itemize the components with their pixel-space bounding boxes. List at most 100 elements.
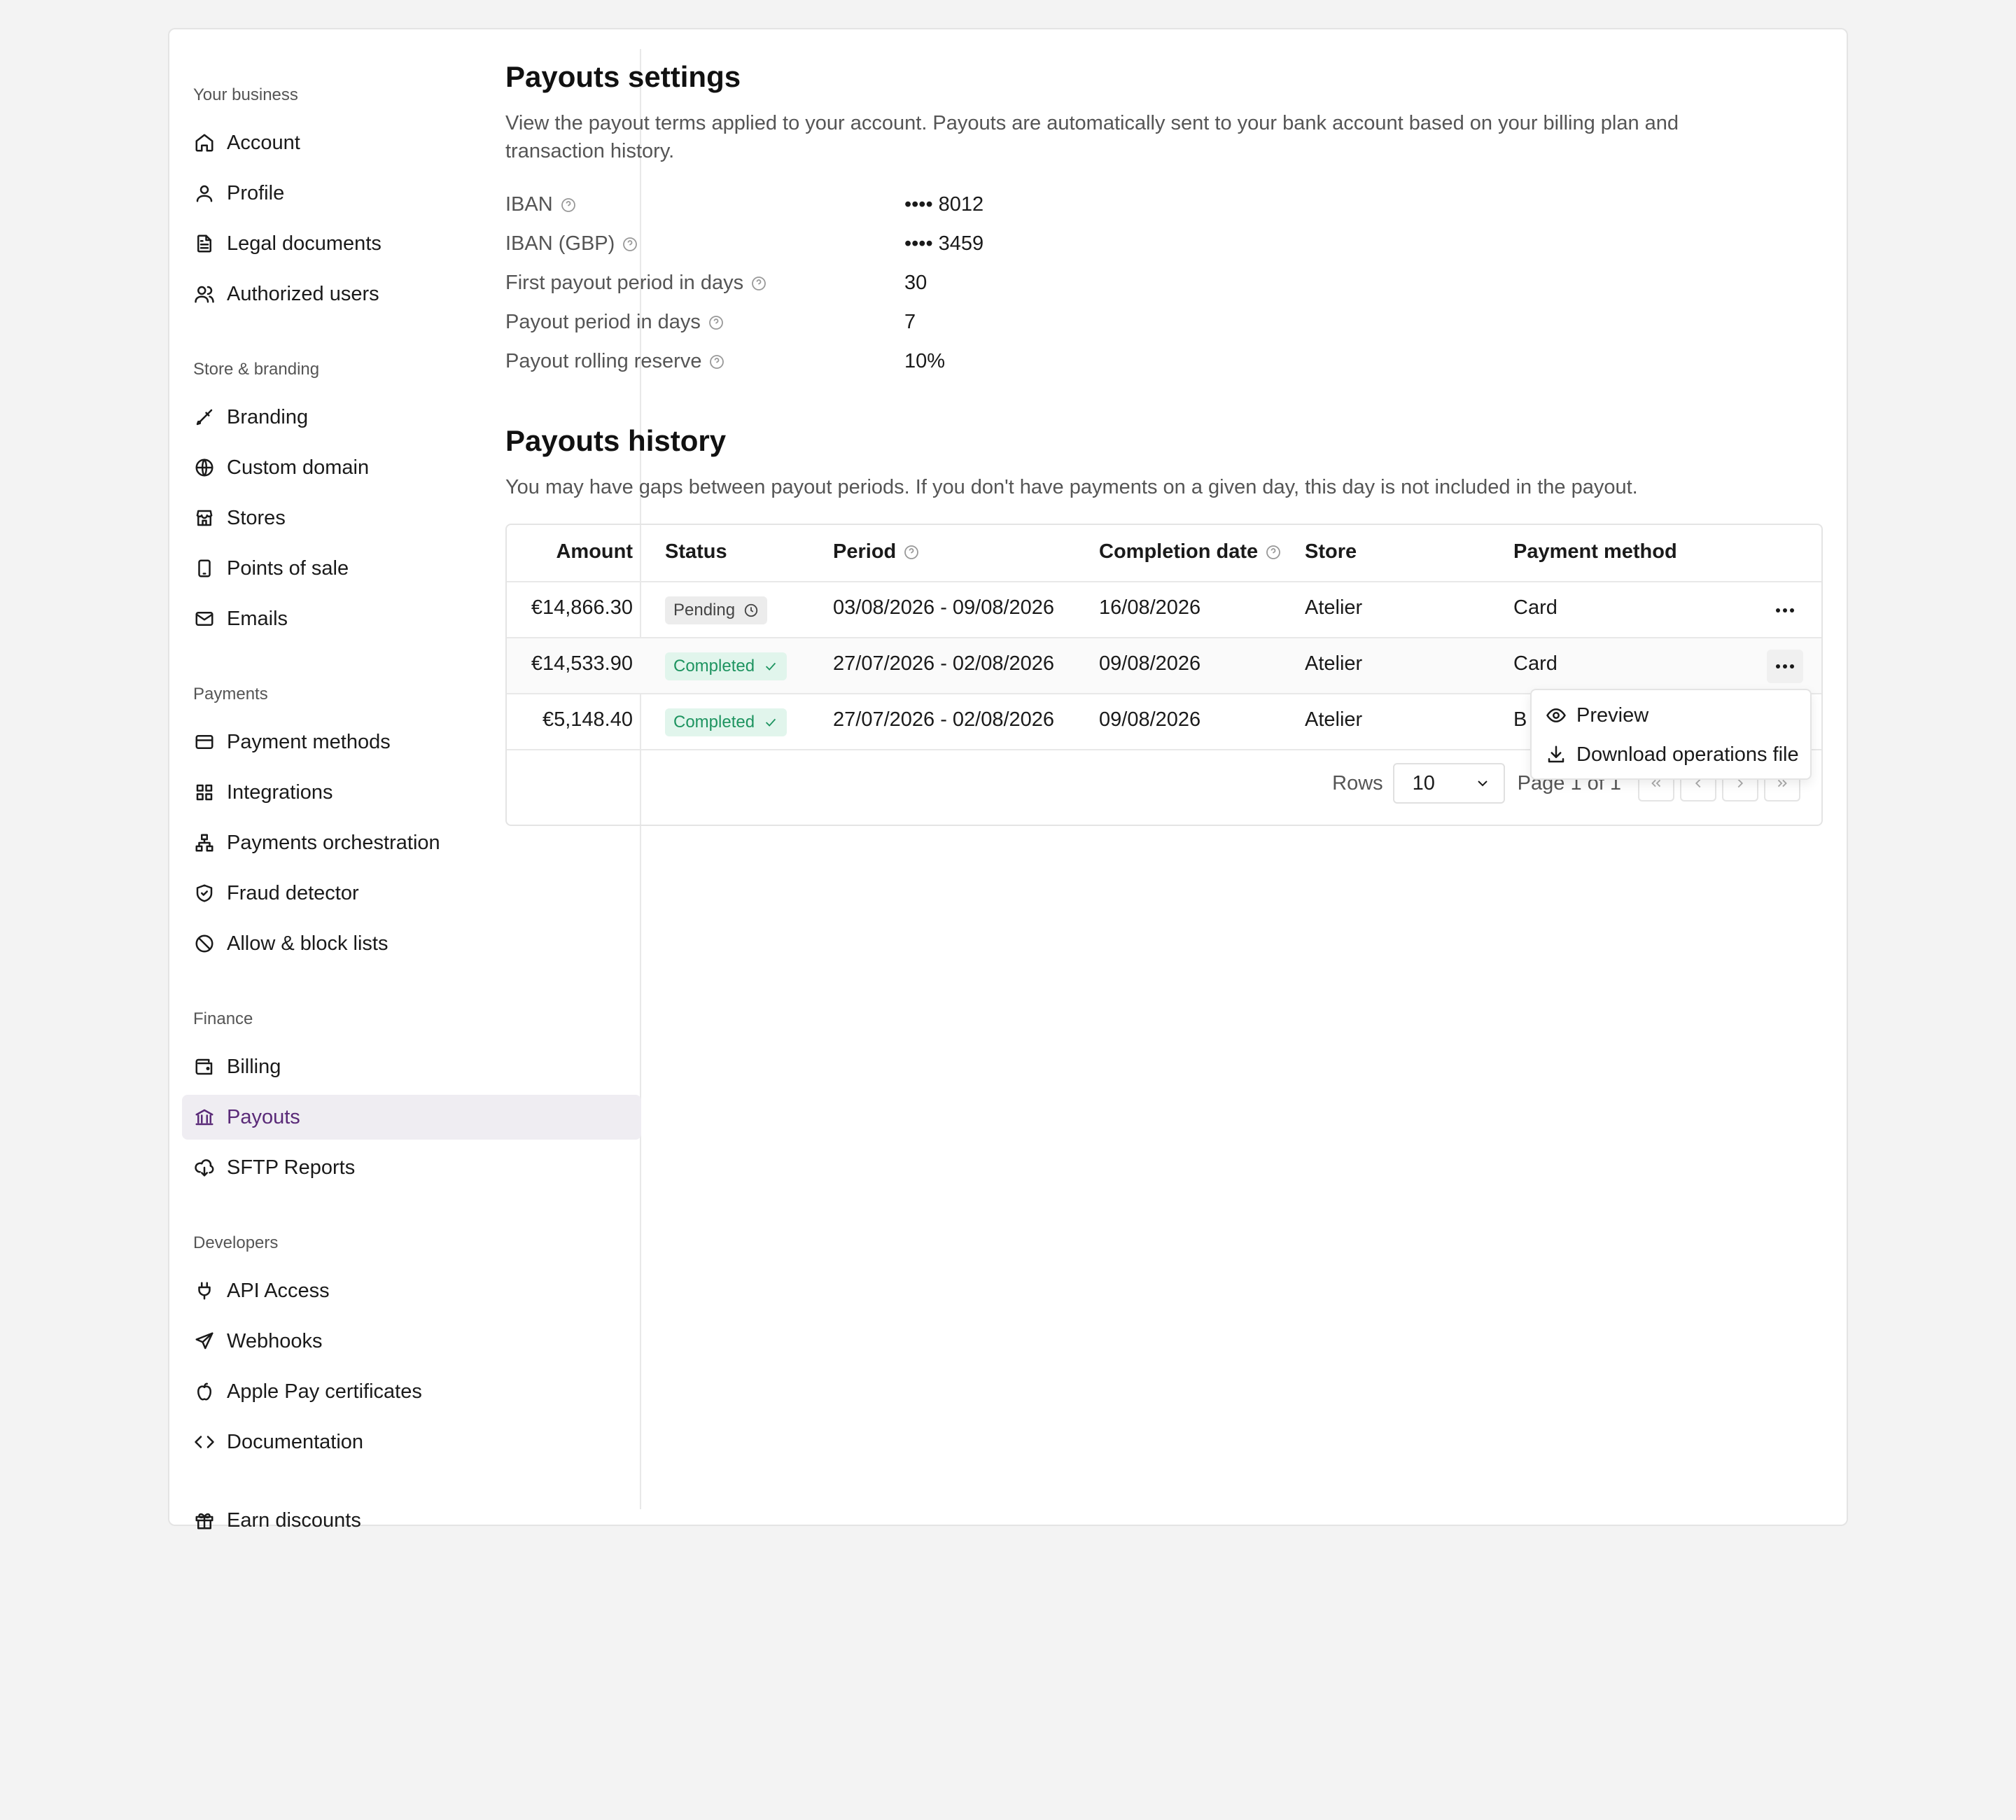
sidebar-section-title: Store & branding	[193, 360, 320, 379]
brush-icon	[193, 406, 216, 428]
store-icon	[193, 507, 216, 529]
setting-value: 30	[904, 272, 927, 294]
bank-icon	[193, 1106, 216, 1128]
sidebar-item-label: Documentation	[227, 1430, 364, 1453]
sidebar-item-label: Integrations	[227, 780, 333, 804]
sidebar-item-label: Authorized users	[227, 282, 379, 305]
grid-icon	[193, 781, 216, 804]
sidebar-item-label: Fraud detector	[227, 881, 359, 904]
cell-completion-date: 16/08/2026	[1099, 596, 1201, 619]
check-icon	[765, 662, 776, 671]
help-icon[interactable]	[560, 197, 577, 214]
help-icon[interactable]	[750, 275, 767, 292]
row-actions-button[interactable]	[1767, 594, 1803, 627]
cell-period: 27/07/2026 - 02/08/2026	[833, 652, 1055, 675]
send-icon	[193, 1330, 216, 1352]
cell-amount: €5,148.40	[542, 708, 633, 731]
sidebar-item-label: Payouts	[227, 1105, 300, 1128]
cloud-download-icon	[193, 1156, 216, 1179]
setting-row-iban-gbp: IBAN (GBP) •••• 3459	[505, 232, 1205, 260]
sidebar-item-label: Stores	[227, 506, 286, 529]
cell-completion-date: 09/08/2026	[1099, 652, 1201, 675]
sidebar-section-title: Developers	[193, 1233, 279, 1252]
column-header-period[interactable]: Period	[833, 540, 920, 564]
status-badge: Completed	[665, 652, 788, 680]
sidebar-item-label: SFTP Reports	[227, 1156, 356, 1179]
menu-item-preview[interactable]: Preview	[1532, 696, 1810, 735]
download-icon	[1548, 746, 1564, 763]
rows-per-page-select[interactable]: 10	[1392, 763, 1505, 804]
setting-value: •••• 3459	[904, 232, 984, 255]
sidebar-item-label: Points of sale	[227, 556, 349, 580]
help-icon[interactable]	[903, 544, 920, 561]
column-header-amount[interactable]: Amount	[507, 540, 633, 564]
document-icon	[193, 232, 216, 255]
cell-store: Atelier	[1305, 596, 1363, 619]
setting-value: 10%	[904, 350, 946, 372]
help-icon[interactable]	[622, 236, 638, 253]
column-header-store[interactable]: Store	[1305, 540, 1357, 564]
sidebar-item-label: Earn discounts	[227, 1508, 361, 1532]
setting-row-payout-period: Payout period in days 7	[505, 311, 1205, 339]
sidebar-item-label: Emails	[227, 607, 288, 630]
cell-payment-method: B	[1513, 708, 1527, 731]
settings-description: View the payout terms applied to your ac…	[505, 112, 1679, 162]
gift-icon	[193, 1509, 216, 1532]
sidebar-item-label: Legal documents	[227, 232, 382, 255]
table-row[interactable]: €14,533.90 Completed 27/07/2026 - 02/08/…	[507, 638, 1821, 694]
sidebar-item-label: Payment methods	[227, 730, 391, 753]
cell-completion-date: 09/08/2026	[1099, 708, 1201, 731]
sidebar-item-label: Allow & block lists	[227, 932, 388, 955]
sidebar-item-earn-discounts[interactable]: Earn discounts	[182, 1498, 641, 1543]
setting-label: Payout rolling reserve	[505, 350, 725, 373]
cell-payment-method: Card	[1513, 596, 1558, 619]
network-icon	[193, 832, 216, 854]
wallet-icon	[193, 1056, 216, 1078]
sidebar-item-label: Profile	[227, 181, 285, 204]
column-header-status[interactable]: Status	[665, 540, 727, 564]
credit-card-icon	[193, 731, 216, 753]
sidebar-item-label: Custom domain	[227, 456, 370, 479]
cell-amount: €14,866.30	[531, 596, 633, 619]
sidebar-item-label: Account	[227, 131, 300, 154]
more-horizontal-icon	[1776, 608, 1794, 612]
user-icon	[193, 182, 216, 204]
help-icon[interactable]	[1265, 544, 1282, 561]
table-header: Amount Status Period Completion date Sto…	[507, 525, 1821, 582]
table-row[interactable]: €14,866.30 Pending 03/08/2026 - 09/08/20…	[507, 582, 1821, 638]
globe-icon	[193, 456, 216, 479]
menu-item-download-operations-file[interactable]: Download operations file	[1532, 735, 1810, 774]
setting-label: IBAN (GBP)	[505, 232, 638, 255]
shield-check-icon	[193, 882, 216, 904]
chevron-down-icon	[1477, 780, 1488, 787]
sidebar-item-label: Billing	[227, 1055, 281, 1078]
row-actions-button[interactable]	[1767, 650, 1803, 683]
sidebar-section-title: Finance	[193, 1009, 253, 1028]
sidebar-section-title: Your business	[193, 85, 298, 104]
users-icon	[193, 283, 216, 305]
plug-icon	[193, 1280, 216, 1302]
sidebar-item-label: API Access	[227, 1279, 330, 1302]
setting-row-iban: IBAN •••• 8012	[505, 193, 1205, 221]
help-icon[interactable]	[708, 354, 725, 370]
mail-icon	[193, 608, 216, 630]
rows-label: Rows	[1332, 771, 1383, 794]
eye-icon	[1546, 708, 1566, 722]
sidebar-item-label: Webhooks	[227, 1329, 323, 1352]
clock-icon	[744, 603, 758, 617]
column-header-completion-date[interactable]: Completion date	[1099, 540, 1282, 564]
tablet-icon	[193, 557, 216, 580]
history-description: You may have gaps between payout periods…	[505, 476, 1638, 498]
setting-label: IBAN	[505, 193, 577, 216]
column-header-payment-method[interactable]: Payment method	[1513, 540, 1677, 564]
cell-payment-method: Card	[1513, 652, 1558, 675]
help-icon[interactable]	[708, 314, 724, 331]
setting-label: First payout period in days	[505, 272, 767, 295]
sidebar-item-label: Payments orchestration	[227, 831, 440, 854]
payouts-table: Amount Status Period Completion date Sto…	[505, 524, 1823, 826]
apple-icon	[193, 1380, 216, 1403]
status-badge: Completed	[665, 708, 788, 736]
setting-value: •••• 8012	[904, 193, 984, 216]
setting-row-rolling-reserve: Payout rolling reserve 10%	[505, 350, 1205, 378]
code-icon	[193, 1431, 216, 1453]
